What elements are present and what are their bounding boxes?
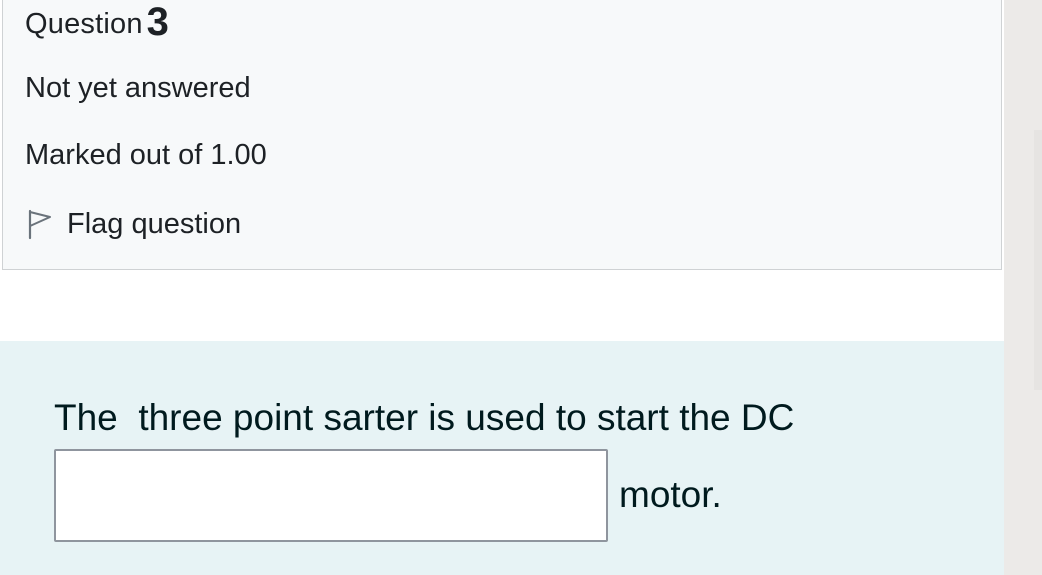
- question-content: The three point sarter is used to start …: [0, 341, 1004, 575]
- question-number: 3: [146, 0, 170, 44]
- question-text: The three point sarter is used to start …: [54, 397, 795, 438]
- flag-icon: [25, 208, 53, 240]
- question-suffix-text: motor.: [619, 474, 722, 515]
- question-number-heading: Question 3: [25, 0, 169, 45]
- question-label: Question: [25, 8, 143, 40]
- flag-question-label: Flag question: [67, 207, 242, 240]
- question-grade: Marked out of 1.00: [25, 139, 267, 171]
- flag-question-toggle[interactable]: Flag question: [25, 204, 241, 244]
- question-state: Not yet answered: [25, 72, 251, 104]
- scrollbar-track[interactable]: [1034, 130, 1042, 390]
- question-info-panel: Question 3 Not yet answered Marked out of…: [2, 0, 1002, 270]
- answer-input[interactable]: [54, 449, 608, 542]
